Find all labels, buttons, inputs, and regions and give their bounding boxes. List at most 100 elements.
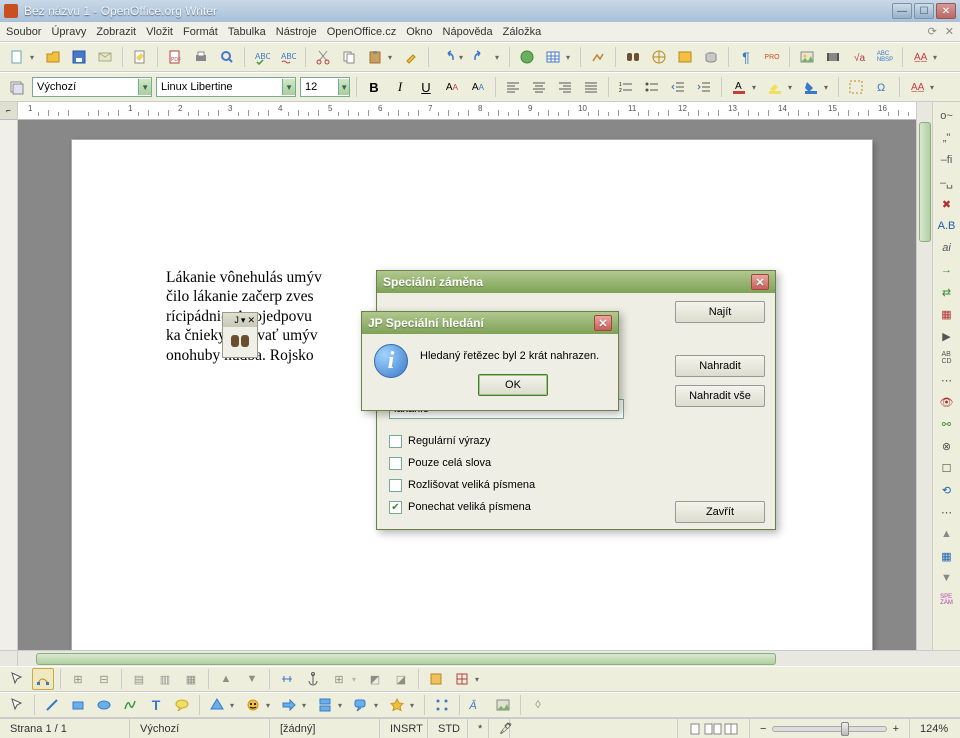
- image-button[interactable]: [796, 46, 818, 68]
- menu-zalozka[interactable]: Záložka: [503, 26, 542, 38]
- sb-play-icon[interactable]: ▶: [937, 328, 957, 344]
- edit-file-button[interactable]: [129, 46, 151, 68]
- find-next-button[interactable]: Najít: [675, 301, 765, 323]
- bullet-list-button[interactable]: [641, 76, 663, 98]
- sb-strike-icon[interactable]: ✖: [937, 196, 957, 212]
- symbol-shapes-button[interactable]: [242, 694, 264, 716]
- replace-button[interactable]: Nahradit: [675, 355, 765, 377]
- menu-openoffice-cz[interactable]: OpenOffice.cz: [327, 26, 397, 38]
- table-button[interactable]: [542, 46, 564, 68]
- replace-all-button[interactable]: Nahradit vše: [675, 385, 765, 407]
- block-arrows-button[interactable]: [278, 694, 300, 716]
- preserve-case-checkbox[interactable]: ✔Ponechat veliká písmena: [389, 497, 535, 517]
- book-view-icon[interactable]: [724, 723, 738, 735]
- anchor2-button[interactable]: ⊟: [93, 668, 115, 690]
- new-button[interactable]: [6, 46, 28, 68]
- numbered-list-button[interactable]: 12: [615, 76, 637, 98]
- spellcheck-button[interactable]: ABC: [251, 46, 273, 68]
- sb-grid-icon[interactable]: ▦: [937, 548, 957, 564]
- datasources-button[interactable]: [700, 46, 722, 68]
- decrease-indent-button[interactable]: [667, 76, 689, 98]
- formula-button[interactable]: √a: [848, 46, 870, 68]
- open-button[interactable]: [42, 46, 64, 68]
- find-button[interactable]: [622, 46, 644, 68]
- sb-quote-icon[interactable]: o~: [937, 108, 957, 124]
- menu-upravy[interactable]: Úpravy: [51, 26, 86, 38]
- increase-indent-button[interactable]: [693, 76, 715, 98]
- email-button[interactable]: [94, 46, 116, 68]
- edit-points-button[interactable]: [32, 668, 54, 690]
- sb-hyphen-icon[interactable]: –fi: [937, 152, 957, 168]
- sb-arrows-icon[interactable]: ⇄: [937, 284, 957, 300]
- maximize-button[interactable]: ☐: [914, 3, 934, 19]
- navigator-button[interactable]: [648, 46, 670, 68]
- select-tool-button[interactable]: [6, 668, 28, 690]
- copy-button[interactable]: [338, 46, 360, 68]
- regex-checkbox[interactable]: Regulární výrazy: [389, 431, 535, 451]
- redo-button[interactable]: [471, 46, 493, 68]
- menu-updates-icon[interactable]: ⟳: [928, 25, 937, 38]
- menu-close-doc-icon[interactable]: ✕: [945, 25, 954, 38]
- horizontal-scrollbar[interactable]: [18, 651, 916, 666]
- fontwork-button[interactable]: Ā: [466, 694, 488, 716]
- save-button[interactable]: [68, 46, 90, 68]
- character-button[interactable]: Ω: [871, 76, 893, 98]
- binoculars-icon[interactable]: [231, 335, 249, 349]
- undo-button[interactable]: [435, 46, 457, 68]
- back-button[interactable]: ▼: [241, 668, 263, 690]
- grid-button[interactable]: [451, 668, 473, 690]
- autospell-button[interactable]: ABC: [277, 46, 299, 68]
- sb-square-icon[interactable]: ▦: [937, 306, 957, 322]
- points-tool-button[interactable]: [431, 694, 453, 716]
- whole-words-checkbox[interactable]: Pouze celá slova: [389, 453, 535, 473]
- stars-button[interactable]: [386, 694, 408, 716]
- sb-spe-icon[interactable]: SPEZÁM: [937, 592, 957, 608]
- sb-text-icon[interactable]: ABCD: [937, 350, 957, 366]
- ellipse-button[interactable]: [93, 694, 115, 716]
- message-dialog-close-button[interactable]: ✕: [594, 315, 612, 331]
- multi-page-icon[interactable]: [704, 723, 722, 735]
- font-size-combo[interactable]: ▼: [300, 77, 350, 97]
- more-button[interactable]: A̲A̲: [906, 76, 928, 98]
- font-name-input[interactable]: [161, 81, 278, 93]
- sb-star-icon[interactable]: ⊗: [937, 438, 957, 454]
- nbsp-button[interactable]: ABCNBSP: [874, 46, 896, 68]
- styles-button[interactable]: [6, 76, 28, 98]
- menu-soubor[interactable]: Soubor: [6, 26, 41, 38]
- gallery-button[interactable]: [674, 46, 696, 68]
- paste-button[interactable]: [364, 46, 386, 68]
- hyperlink-button[interactable]: [516, 46, 538, 68]
- movie-button[interactable]: [822, 46, 844, 68]
- sb-box-icon[interactable]: ☐: [937, 460, 957, 476]
- pointer-button[interactable]: [6, 694, 28, 716]
- align-justify-button[interactable]: [580, 76, 602, 98]
- anchor1-button[interactable]: ⊞: [67, 668, 89, 690]
- send-back-button[interactable]: ◪: [390, 668, 412, 690]
- nonprinting-button[interactable]: ¶: [735, 46, 757, 68]
- replace-dialog-close-button[interactable]: ✕: [751, 274, 769, 290]
- zoom-slider[interactable]: [772, 726, 886, 732]
- menu-napoveda[interactable]: Nápověda: [443, 26, 493, 38]
- replace-dialog-title-bar[interactable]: Speciální záměna ✕: [377, 271, 775, 293]
- zoom-in-icon[interactable]: +: [893, 723, 899, 735]
- flowchart-button[interactable]: [314, 694, 336, 716]
- rect-button[interactable]: [67, 694, 89, 716]
- menu-vlozit[interactable]: Vložit: [146, 26, 173, 38]
- sb-eye-icon[interactable]: 👁: [937, 394, 957, 410]
- menu-tabulka[interactable]: Tabulka: [228, 26, 266, 38]
- align-left-button[interactable]: [502, 76, 524, 98]
- minimize-button[interactable]: —: [892, 3, 912, 19]
- paragraph-style-combo[interactable]: ▼: [32, 77, 152, 97]
- pdf-export-button[interactable]: PDF: [164, 46, 186, 68]
- paragraph-style-input[interactable]: [37, 81, 134, 93]
- bring-front-button[interactable]: ◩: [364, 668, 386, 690]
- text-button[interactable]: T: [145, 694, 167, 716]
- sb-dots-icon[interactable]: ⋯: [937, 372, 957, 388]
- single-page-icon[interactable]: [688, 723, 702, 735]
- ok-button[interactable]: OK: [478, 374, 548, 396]
- bold-button[interactable]: B: [363, 76, 385, 98]
- pro-button[interactable]: PRO: [761, 46, 783, 68]
- italic-button[interactable]: I: [389, 76, 411, 98]
- superscript-button[interactable]: AA: [441, 76, 463, 98]
- combo-arrow-icon[interactable]: ▼: [282, 79, 295, 95]
